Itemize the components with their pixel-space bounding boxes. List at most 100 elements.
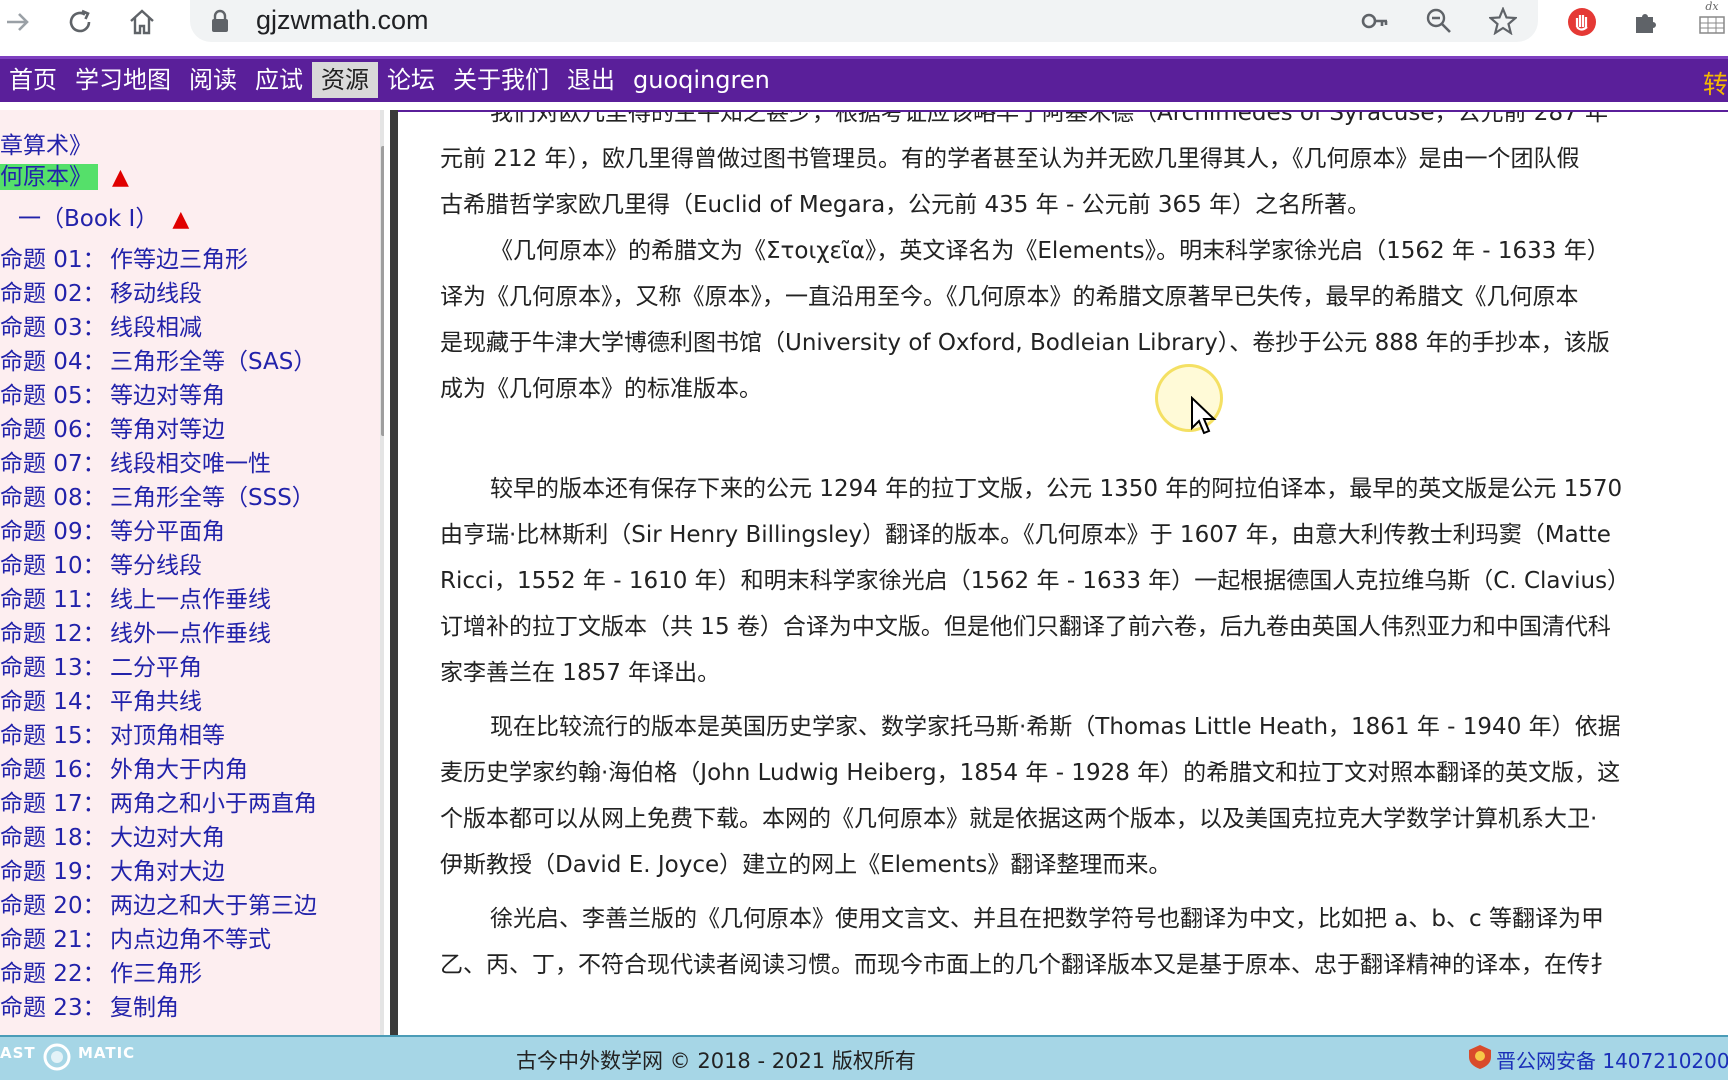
dx-logo[interactable]: dx <box>1696 0 1728 46</box>
proposition-title[interactable]: 外角大于内角 <box>110 754 248 786</box>
proposition-number[interactable]: 命题 18： <box>0 825 106 851</box>
proposition-number[interactable]: 命题 15： <box>0 723 106 749</box>
sidebar-tree-item[interactable]: 一（Book I） ▲ <box>18 203 189 235</box>
expand-triangle-icon[interactable]: ▲ <box>172 207 189 232</box>
proposition-number[interactable]: 命题 08： <box>0 485 106 511</box>
sidebar-proposition-link[interactable]: 命题 15： 对顶角相等 <box>0 720 225 752</box>
proposition-title[interactable]: 线段相交唯一性 <box>110 448 271 480</box>
proposition-title[interactable]: 三角形全等（SAS） <box>110 346 316 378</box>
sidebar-tree-item[interactable]: 何原本》 ▲ <box>0 161 129 193</box>
proposition-title[interactable]: 二分平角 <box>110 652 202 684</box>
proposition-title[interactable]: 作等边三角形 <box>110 244 248 276</box>
nav-item[interactable]: 阅读 <box>180 62 246 98</box>
extensions-button[interactable] <box>1628 4 1664 40</box>
proposition-number[interactable]: 命题 17： <box>0 791 106 817</box>
nav-item[interactable]: 应试 <box>246 62 312 98</box>
proposition-number[interactable]: 命题 21： <box>0 927 106 953</box>
nav-item[interactable]: 资源 <box>312 62 378 98</box>
sidebar-proposition-link[interactable]: 命题 11： 线上一点作垂线 <box>0 584 271 616</box>
url-text[interactable]: gjzwmath.com <box>256 5 429 36</box>
proposition-title[interactable]: 等角对等边 <box>110 414 225 446</box>
nav-item[interactable]: 退出 <box>558 62 624 98</box>
proposition-title[interactable]: 等分平面角 <box>110 516 225 548</box>
zoom-button[interactable] <box>1422 4 1456 38</box>
proposition-title[interactable]: 移动线段 <box>110 278 202 310</box>
nav-right-text[interactable]: 转 <box>1703 65 1728 101</box>
proposition-number[interactable]: 命题 20： <box>0 893 106 919</box>
address-bar[interactable]: gjzwmath.com <box>190 0 1538 42</box>
proposition-title[interactable]: 线外一点作垂线 <box>110 618 271 650</box>
expand-triangle-icon[interactable]: ▲ <box>112 165 129 190</box>
sidebar-proposition-link[interactable]: 命题 21： 内点边角不等式 <box>0 924 271 956</box>
sidebar-proposition-link[interactable]: 命题 09： 等分平面角 <box>0 516 225 548</box>
forward-button[interactable] <box>0 4 36 40</box>
sidebar-proposition-link[interactable]: 命题 04： 三角形全等（SAS） <box>0 346 316 378</box>
proposition-number[interactable]: 命题 02： <box>0 281 106 307</box>
proposition-number[interactable]: 命题 11： <box>0 587 106 613</box>
proposition-title[interactable]: 线上一点作垂线 <box>110 584 271 616</box>
sidebar-tree-item-label[interactable]: 章算术》 <box>0 133 92 159</box>
sidebar-tree-item[interactable]: 章算术》 <box>0 130 92 162</box>
proposition-number[interactable]: 命题 07： <box>0 451 106 477</box>
icp-link[interactable]: 晋公网安备 14072102000 <box>1496 1045 1728 1074</box>
sidebar-proposition-link[interactable]: 命题 05： 等边对等角 <box>0 380 225 412</box>
proposition-number[interactable]: 命题 19： <box>0 859 106 885</box>
extension-adblock-button[interactable] <box>1564 4 1600 40</box>
nav-item[interactable]: guoqingren <box>624 62 779 98</box>
bookmark-button[interactable] <box>1486 4 1520 38</box>
sidebar-proposition-link[interactable]: 命题 12： 线外一点作垂线 <box>0 618 271 650</box>
sidebar-proposition-link[interactable]: 命题 13： 二分平角 <box>0 652 202 684</box>
proposition-number[interactable]: 命题 12： <box>0 621 106 647</box>
proposition-title[interactable]: 线段相减 <box>110 312 202 344</box>
proposition-title[interactable]: 大角对大边 <box>110 856 225 888</box>
proposition-number[interactable]: 命题 03： <box>0 315 106 341</box>
pane-divider[interactable] <box>390 110 398 1035</box>
proposition-number[interactable]: 命题 01： <box>0 247 106 273</box>
sidebar-proposition-link[interactable]: 命题 03： 线段相减 <box>0 312 202 344</box>
reload-button[interactable] <box>62 4 98 40</box>
sidebar-tree-item-label[interactable]: 何原本》 <box>0 164 98 190</box>
sidebar-proposition-link[interactable]: 命题 16： 外角大于内角 <box>0 754 248 786</box>
proposition-title[interactable]: 内点边角不等式 <box>110 924 271 956</box>
proposition-number[interactable]: 命题 14： <box>0 689 106 715</box>
sidebar-scrollbar-thumb[interactable] <box>381 146 384 436</box>
nav-item[interactable]: 论坛 <box>378 62 444 98</box>
sidebar-proposition-link[interactable]: 命题 18： 大边对大角 <box>0 822 225 854</box>
sidebar-proposition-link[interactable]: 命题 01： 作等边三角形 <box>0 244 248 276</box>
proposition-number[interactable]: 命题 06： <box>0 417 106 443</box>
proposition-number[interactable]: 命题 09： <box>0 519 106 545</box>
proposition-number[interactable]: 命题 23： <box>0 995 106 1021</box>
sidebar-proposition-link[interactable]: 命题 07： 线段相交唯一性 <box>0 448 271 480</box>
proposition-number[interactable]: 命题 13： <box>0 655 106 681</box>
sidebar-proposition-link[interactable]: 命题 08： 三角形全等（SSS） <box>0 482 315 514</box>
proposition-number[interactable]: 命题 16： <box>0 757 106 783</box>
proposition-title[interactable]: 等分线段 <box>110 550 202 582</box>
key-button[interactable] <box>1358 4 1392 38</box>
sidebar-proposition-link[interactable]: 命题 23： 复制角 <box>0 992 179 1024</box>
proposition-number[interactable]: 命题 05： <box>0 383 106 409</box>
proposition-title[interactable]: 复制角 <box>110 992 179 1024</box>
sidebar-proposition-link[interactable]: 命题 02： 移动线段 <box>0 278 202 310</box>
sidebar-proposition-link[interactable]: 命题 10： 等分线段 <box>0 550 202 582</box>
proposition-title[interactable]: 大边对大角 <box>110 822 225 854</box>
sidebar-proposition-link[interactable]: 命题 19： 大角对大边 <box>0 856 225 888</box>
sidebar-proposition-link[interactable]: 命题 17： 两角之和小于两直角 <box>0 788 317 820</box>
proposition-number[interactable]: 命题 04： <box>0 349 106 375</box>
proposition-title[interactable]: 两边之和大于第三边 <box>110 890 317 922</box>
nav-item[interactable]: 学习地图 <box>66 62 180 98</box>
nav-item[interactable]: 关于我们 <box>444 62 558 98</box>
sidebar-tree-item-label[interactable]: 一（Book I） <box>18 206 158 232</box>
sidebar-proposition-link[interactable]: 命题 06： 等角对等边 <box>0 414 225 446</box>
sidebar-proposition-link[interactable]: 命题 14： 平角共线 <box>0 686 202 718</box>
proposition-title[interactable]: 对顶角相等 <box>110 720 225 752</box>
proposition-title[interactable]: 平角共线 <box>110 686 202 718</box>
proposition-title[interactable]: 三角形全等（SSS） <box>110 482 315 514</box>
nav-item[interactable]: 首页 <box>0 62 66 98</box>
proposition-number[interactable]: 命题 10： <box>0 553 106 579</box>
sidebar-proposition-link[interactable]: 命题 20： 两边之和大于第三边 <box>0 890 317 922</box>
proposition-title[interactable]: 作三角形 <box>110 958 202 990</box>
proposition-title[interactable]: 两角之和小于两直角 <box>110 788 317 820</box>
proposition-title[interactable]: 等边对等角 <box>110 380 225 412</box>
sidebar-proposition-link[interactable]: 命题 22： 作三角形 <box>0 958 202 990</box>
proposition-number[interactable]: 命题 22： <box>0 961 106 987</box>
